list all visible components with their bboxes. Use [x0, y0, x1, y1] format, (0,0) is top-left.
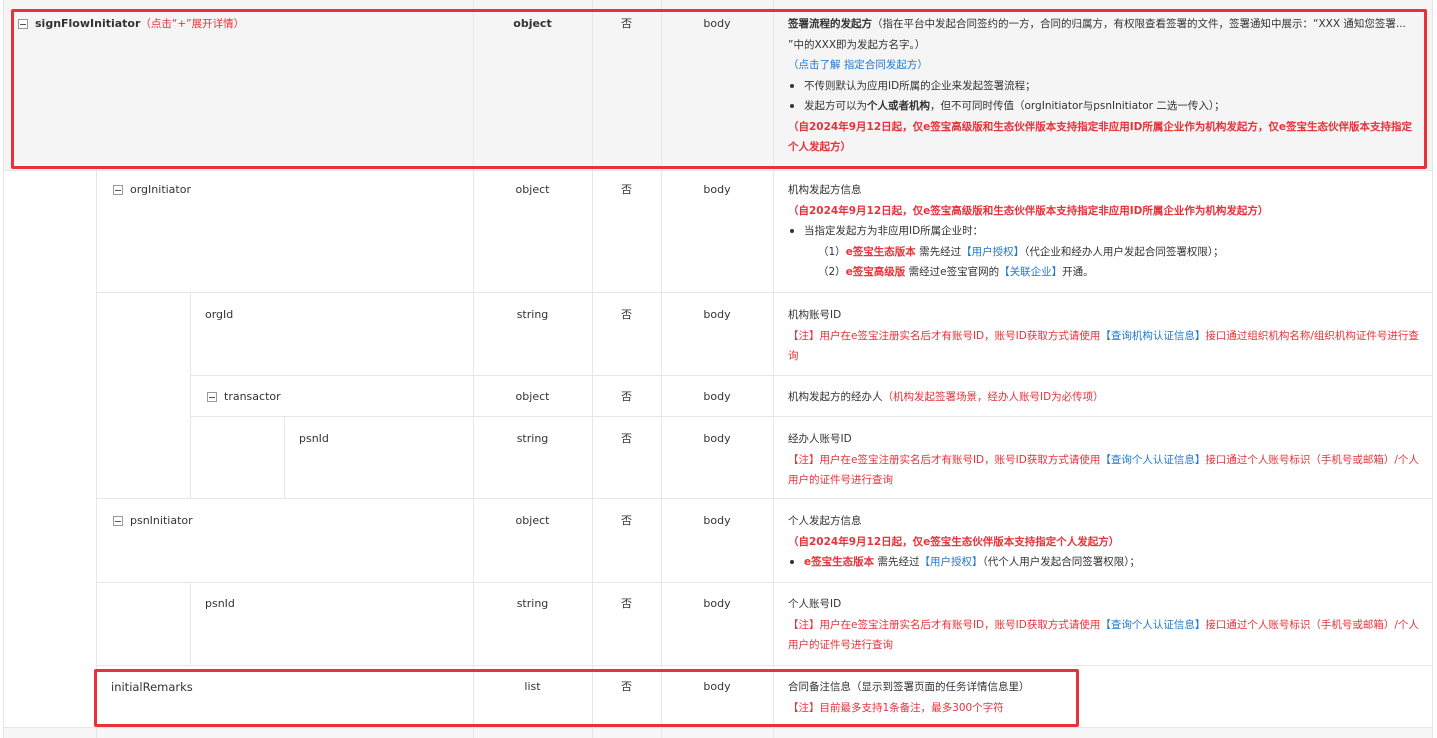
param-description: 经办人账号ID 【注】用户在e签宝注册实名后才有账号ID，账号ID获取方式请使用… — [788, 429, 1422, 491]
desc-note: 【注】目前最多支持1条备注，最多300个字符 — [788, 701, 1004, 714]
param-required: 否 — [621, 597, 632, 610]
user-auth-link[interactable]: 【用户授权】 — [961, 246, 1024, 258]
param-required: 否 — [621, 390, 632, 403]
param-type: object — [515, 514, 550, 527]
param-name: psnInitiator — [130, 514, 193, 527]
param-name-row: signFlowInitiator（点击“+”展开详情） — [35, 14, 244, 34]
param-type: string — [516, 308, 549, 321]
grid-line — [661, 0, 662, 738]
desc-heading: 签署流程的发起方 — [788, 18, 872, 30]
param-type: object — [515, 390, 550, 403]
param-type: string — [516, 597, 549, 610]
grid-line — [190, 582, 191, 665]
param-required: 否 — [621, 17, 632, 30]
desc-note: （自2024年9月12日起，仅e签宝高级版和生态伙伴版本支持指定非应用ID所属企… — [788, 120, 1413, 154]
param-description: 签署流程的发起方（指在平台中发起合同签约的一方，合同的归属方，有权限查看签署的文… — [788, 14, 1422, 158]
grid-line — [96, 665, 1433, 666]
desc-text: 个人账号ID — [788, 598, 842, 610]
param-position: body — [703, 514, 731, 527]
list-item: e签宝生态版本 需先经过【用户授权】（代个人用户发起合同签署权限）； — [788, 552, 1422, 573]
param-name: transactor — [224, 390, 281, 403]
query-org-auth-link[interactable]: 【查询机构认证信息】 — [1100, 330, 1205, 342]
param-description: 机构账号ID 【注】用户在e签宝注册实名后才有账号ID，账号ID获取方式请使用【… — [788, 305, 1422, 367]
expand-hint: （点击“+”展开详情） — [140, 18, 245, 30]
list-item: 当指定发起方为非应用ID所属企业时： — [788, 221, 1422, 242]
param-name: orgId — [205, 308, 234, 321]
param-description: 机构发起方的经办人（机构发起签署场景，经办人账号ID为必传项） — [788, 387, 1422, 408]
grid-line — [3, 727, 1433, 728]
user-auth-link[interactable]: 【用户授权】 — [919, 556, 982, 568]
grid-line — [96, 292, 1433, 293]
collapse-toggle-icon[interactable] — [113, 516, 123, 526]
desc-note: （机构发起签署场景，经办人账号ID为必传项） — [882, 391, 1104, 403]
related-company-link[interactable]: 【关联企业】 — [999, 266, 1062, 278]
param-position: body — [703, 390, 731, 403]
param-required: 否 — [621, 183, 632, 196]
collapse-toggle-icon[interactable] — [113, 185, 123, 195]
desc-text: 机构发起方信息 — [788, 184, 862, 196]
collapse-toggle-icon[interactable] — [207, 392, 217, 402]
param-position: body — [703, 680, 731, 693]
grid-line — [3, 170, 1433, 171]
grid-line — [190, 416, 1433, 417]
param-name: initialRemarks — [111, 680, 193, 694]
desc-note: （自2024年9月12日起，仅e签宝生态伙伴版本支持指定个人发起方） — [788, 535, 1120, 548]
param-description: 个人账号ID 【注】用户在e签宝注册实名后才有账号ID，账号ID获取方式请使用【… — [788, 594, 1422, 656]
desc-text: 合同备注信息（显示到签署页面的任务详情信息里） — [788, 681, 1030, 693]
param-description: 合同备注信息（显示到签署页面的任务详情信息里） 【注】目前最多支持1条备注，最多… — [788, 677, 1422, 718]
grid-line — [96, 498, 1433, 499]
sub-item: （1）e签宝生态版本 需先经过【用户授权】（代企业和经办人用户发起合同签署权限）… — [818, 245, 1224, 258]
grid-line — [96, 582, 1433, 583]
query-person-auth-link[interactable]: 【查询个人认证信息】 — [1100, 619, 1205, 631]
desc-note: 【注】用户在e签宝注册实名后才有账号ID，账号ID获取方式请使用【查询个人认证信… — [788, 453, 1419, 487]
sub-item: （2）e签宝高级版 需经过e签宝官网的【关联企业】开通。 — [818, 266, 1094, 278]
desc-text: （指在平台中发起合同签约的一方，合同的归属方，有权限查看签署的文件，签署通知中展… — [788, 18, 1406, 51]
grid-line — [473, 0, 474, 738]
param-name: signFlowInitiator — [35, 17, 141, 30]
desc-note: 【注】用户在e签宝注册实名后才有账号ID，账号ID获取方式请使用【查询机构认证信… — [788, 329, 1419, 363]
grid-line — [592, 0, 593, 738]
desc-text: ） — [917, 59, 928, 71]
grid-line — [190, 375, 1433, 376]
desc-text: 机构账号ID — [788, 309, 842, 321]
list-item: 发起方可以为个人或者机构，但不可同时传值（orgInitiator与psnIni… — [788, 96, 1422, 117]
grid-line — [3, 0, 4, 738]
param-position: body — [703, 597, 731, 610]
grid-line — [96, 170, 97, 738]
param-position: body — [703, 17, 731, 30]
grid-line — [284, 416, 285, 498]
param-position: body — [703, 183, 731, 196]
bottom-row-bg — [3, 727, 1433, 738]
list-item: 不传则默认为应用ID所属的企业来发起签署流程； — [788, 76, 1422, 97]
grid-line — [1432, 0, 1433, 738]
param-type: object — [513, 17, 552, 30]
collapse-toggle-icon[interactable] — [18, 19, 28, 29]
grid-line — [773, 0, 774, 738]
desc-text: （点击了解 — [788, 59, 844, 71]
desc-text: 经办人账号ID — [788, 433, 852, 445]
param-description: 个人发起方信息 （自2024年9月12日起，仅e签宝生态伙伴版本支持指定个人发起… — [788, 511, 1422, 573]
param-position: body — [703, 432, 731, 445]
desc-text: 个人发起方信息 — [788, 515, 862, 527]
param-required: 否 — [621, 514, 632, 527]
desc-text: 机构发起方的经办人 — [788, 391, 883, 403]
param-name: psnId — [299, 432, 329, 445]
grid-line — [190, 292, 191, 498]
param-position: body — [703, 308, 731, 321]
param-type: list — [524, 680, 541, 693]
param-required: 否 — [621, 432, 632, 445]
specify-initiator-link[interactable]: 指定合同发起方 — [844, 59, 918, 71]
param-description: 机构发起方信息 （自2024年9月12日起，仅e签宝高级版和生态伙伴版本支持指定… — [788, 180, 1422, 283]
param-required: 否 — [621, 680, 632, 693]
param-name: orgInitiator — [130, 183, 191, 196]
param-required: 否 — [621, 308, 632, 321]
param-type: string — [516, 432, 549, 445]
query-person-auth-link[interactable]: 【查询个人认证信息】 — [1100, 454, 1205, 466]
param-type: object — [515, 183, 550, 196]
param-name: psnId — [205, 597, 235, 610]
desc-note: 【注】用户在e签宝注册实名后才有账号ID，账号ID获取方式请使用【查询个人认证信… — [788, 618, 1419, 652]
desc-note: （自2024年9月12日起，仅e签宝高级版和生态伙伴版本支持指定非应用ID所属企… — [788, 204, 1269, 217]
